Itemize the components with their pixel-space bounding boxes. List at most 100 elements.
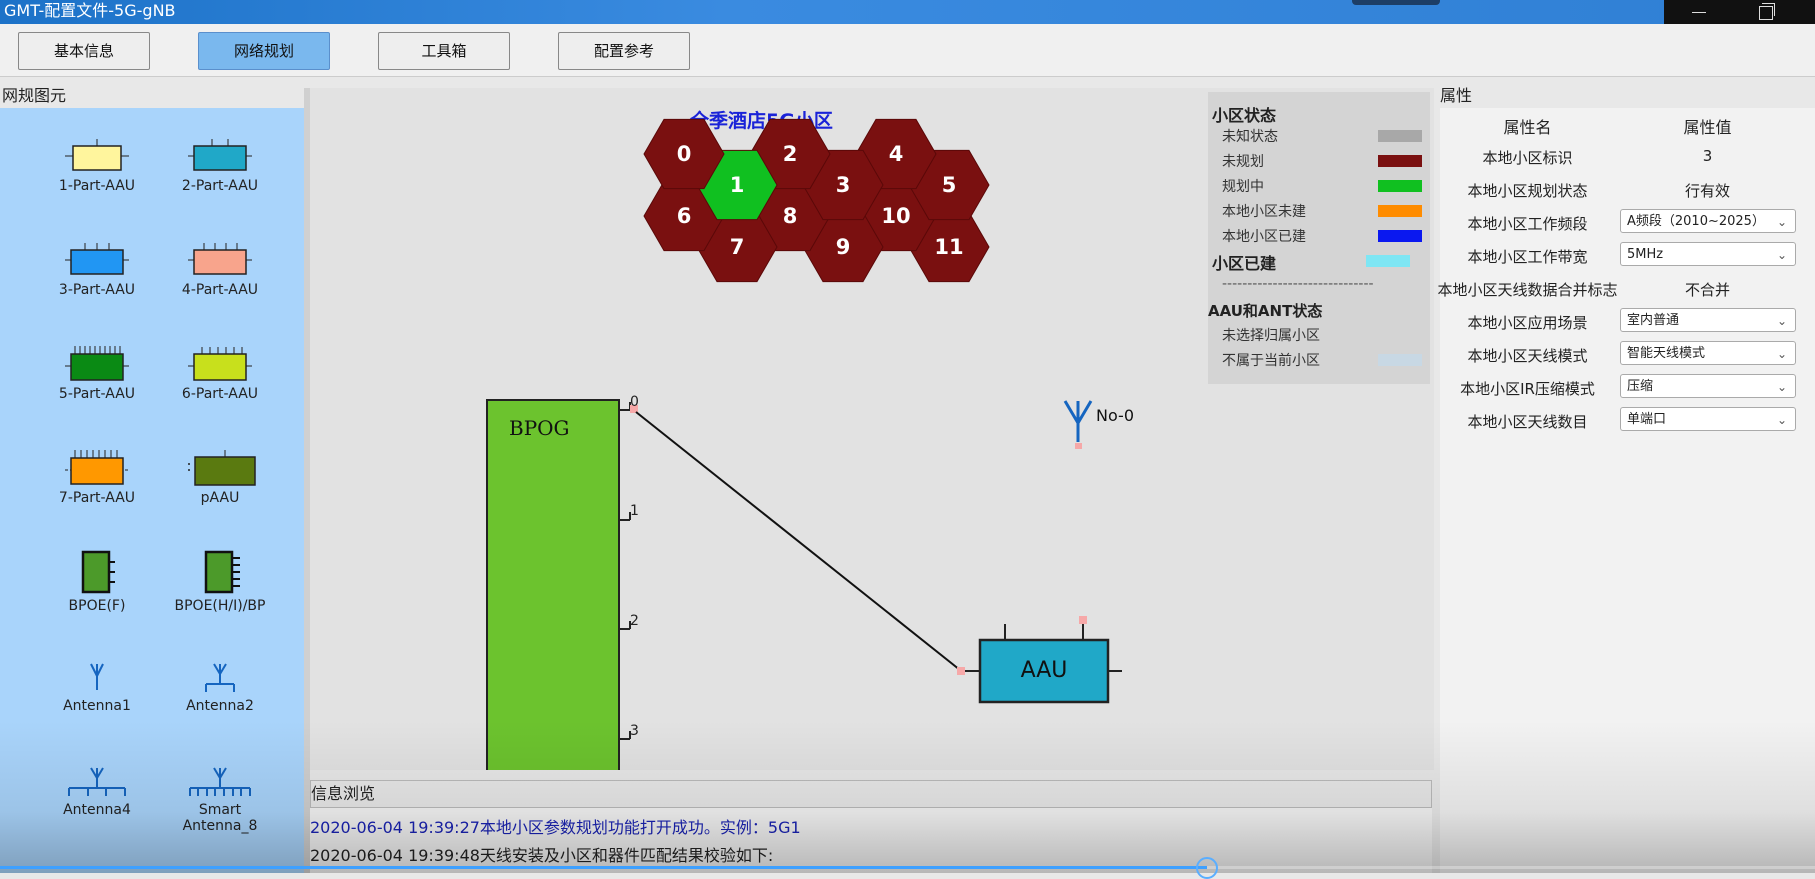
chevron-down-icon: ⌄ [1776, 413, 1787, 427]
cell-hex-label: 0 [677, 142, 692, 166]
bpoe-hi-icon [204, 550, 240, 594]
antenna-count-select[interactable]: 单端口 ⌄ [1620, 407, 1796, 431]
connection-line[interactable] [635, 411, 961, 671]
info-browser-title: 信息浏览 [310, 780, 1432, 808]
legend-cell-built-title: 小区已建 [1212, 254, 1277, 273]
legend-swatch-local-not-built [1378, 205, 1422, 217]
palette-item-bpoe-hi[interactable]: BPOE(H/I)/BP [165, 550, 275, 614]
props-header-value: 属性值 [1683, 118, 1732, 137]
bpog-port-1-label: 1 [630, 503, 639, 519]
chevron-down-icon: ⌄ [1776, 314, 1787, 328]
prop-value-cell-id[interactable]: 3 [1620, 147, 1795, 165]
aau-4part-icon [188, 243, 252, 275]
aau-2part-icon [188, 139, 252, 171]
bpog-label: BPOG [509, 416, 570, 440]
palette-item-6-part-aau[interactable]: 6-Part-AAU [165, 344, 275, 402]
cell-hex-label: 4 [889, 142, 904, 166]
palette-item-2-part-aau[interactable]: 2-Part-AAU [165, 136, 275, 194]
prop-value-antenna-merge[interactable]: 不合并 [1620, 279, 1795, 300]
title-bar: GMT-配置文件-5G-gNB [0, 0, 1815, 37]
restore-icon[interactable] [1759, 3, 1775, 20]
properties-panel: 属性名 属性值 本地小区标识 3 本地小区规划状态 行有效 本地小区工作频段 A… [1437, 108, 1815, 873]
minimize-icon[interactable] [1692, 12, 1706, 13]
prop-row-ir-compression: 本地小区IR压缩模式 压缩 ⌄ [1440, 372, 1815, 402]
prop-value-plan-status[interactable]: 行有效 [1620, 180, 1795, 201]
props-title: 属性 [1440, 86, 1473, 105]
cell-hex-label: 9 [836, 235, 851, 259]
props-header-name: 属性名 [1503, 118, 1552, 137]
legend-row-not-current-cell: 不属于当前小区 [1222, 350, 1422, 370]
bpog-port-0-label: 0 [630, 394, 639, 410]
legend-swatch-unplanned [1378, 155, 1422, 167]
legend-row-local-built: 本地小区已建 [1222, 226, 1422, 246]
antenna-mode-select[interactable]: 智能天线模式 ⌄ [1620, 341, 1796, 365]
prop-row-plan-status: 本地小区规划状态 行有效 [1440, 174, 1815, 204]
cell-hex-label: 2 [783, 142, 798, 166]
palette-title: 网规图元 [2, 86, 67, 105]
palette-item-3-part-aau[interactable]: 3-Part-AAU [42, 240, 152, 298]
antenna-label: No-0 [1096, 406, 1135, 425]
bandwidth-select[interactable]: 5MHz ⌄ [1620, 242, 1796, 266]
bpoe-f-icon [81, 550, 115, 594]
paau-icon [188, 450, 256, 486]
palette-item-5-part-aau[interactable]: 5-Part-AAU [42, 344, 152, 402]
palette-item-paau[interactable]: pAAU [165, 448, 275, 506]
antenna4-icon [68, 767, 126, 796]
palette-item-bpoe-f[interactable]: BPOE(F) [42, 550, 152, 614]
chevron-down-icon: ⌄ [1776, 380, 1787, 394]
antenna1-icon [90, 663, 104, 690]
legend-swatch-cell-built [1366, 255, 1410, 267]
cell-hex-label: 3 [836, 173, 851, 197]
prop-row-scenario: 本地小区应用场景 室内普通 ⌄ [1440, 306, 1815, 336]
chevron-down-icon: ⌄ [1776, 248, 1787, 262]
video-progress-bar[interactable] [0, 857, 1815, 879]
legend-swatch-unknown [1378, 130, 1422, 142]
prop-row-antenna-merge: 本地小区天线数据合并标志 不合并 [1437, 273, 1815, 303]
cell-hex-label: 8 [783, 204, 798, 228]
cell-hex-label: 7 [730, 235, 745, 259]
chevron-down-icon: ⌄ [1776, 347, 1787, 361]
aau-5part-icon [65, 346, 129, 381]
antenna-no0[interactable] [1063, 400, 1093, 442]
band-select[interactable]: A频段（2010~2025） ⌄ [1620, 209, 1796, 233]
aau-7part-icon [65, 450, 129, 485]
bpog-port-2-label: 2 [630, 613, 639, 629]
palette-item-antenna1[interactable]: Antenna1 [42, 660, 152, 714]
aau-label: AAU [1020, 658, 1068, 683]
info-line: 2020-06-04 19:39:48天线安装及小区和器件匹配结果校验如下: [310, 846, 774, 865]
prop-row-band: 本地小区工作频段 A频段（2010~2025） ⌄ [1440, 207, 1815, 237]
tab-toolbox[interactable]: 工具箱 [378, 32, 510, 70]
ir-compression-select[interactable]: 压缩 ⌄ [1620, 374, 1796, 398]
smart-antenna8-icon [189, 767, 251, 796]
legend-row-no-cell-selected: 未选择归属小区 [1222, 328, 1320, 344]
bpog-board[interactable] [486, 399, 620, 770]
antenna-connector[interactable] [1075, 443, 1082, 449]
palette-item-smart-antenna8[interactable]: Smart Antenna_8 [165, 764, 275, 834]
legend-swatch-not-current-cell [1378, 354, 1422, 366]
cell-hex-label: 6 [677, 204, 692, 228]
palette-item-antenna2[interactable]: Antenna2 [165, 660, 275, 714]
tab-config-reference[interactable]: 配置参考 [558, 32, 690, 70]
bpog-ports [619, 402, 631, 740]
cell-hex-label: 1 [730, 173, 745, 197]
legend-separator: ------------------------------ [1222, 276, 1374, 292]
prop-row-bandwidth: 本地小区工作带宽 5MHz ⌄ [1440, 240, 1815, 270]
legend-row-local-not-built: 本地小区未建 [1222, 201, 1422, 221]
info-line: 2020-06-04 19:39:27本地小区参数规划功能打开成功。实例：5G1 [310, 818, 801, 837]
palette-item-1-part-aau[interactable]: 1-Part-AAU [42, 136, 152, 194]
scenario-select[interactable]: 室内普通 ⌄ [1620, 308, 1796, 332]
palette-item-4-part-aau[interactable]: 4-Part-AAU [165, 240, 275, 298]
palette-item-7-part-aau[interactable]: 7-Part-AAU [42, 448, 152, 506]
video-progress-knob[interactable] [1195, 857, 1218, 879]
palette-item-antenna4[interactable]: Antenna4 [42, 764, 152, 818]
tab-network-planning[interactable]: 网络规划 [198, 32, 330, 70]
antenna2-icon [205, 663, 235, 692]
aau-port-connector[interactable] [957, 667, 965, 675]
legend-row-unplanned: 未规划 [1222, 151, 1422, 171]
tab-basic-info[interactable]: 基本信息 [18, 32, 150, 70]
window-title: GMT-配置文件-5G-gNB [4, 1, 176, 20]
legend-swatch-planning [1378, 180, 1422, 192]
legend-row-unknown: 未知状态 [1222, 126, 1422, 146]
legend-swatch-local-built [1378, 230, 1422, 242]
aau-6part-icon [188, 347, 252, 381]
